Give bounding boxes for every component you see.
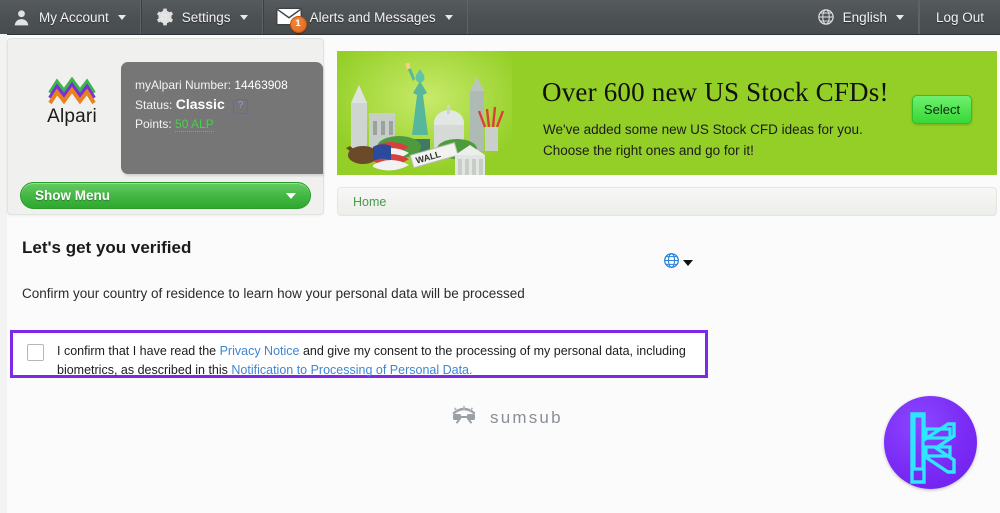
account-points-value[interactable]: 50 ALP: [175, 117, 214, 132]
page-title: Let's get you verified: [22, 238, 192, 257]
select-button[interactable]: Select: [912, 95, 972, 124]
content-language-selector[interactable]: [663, 252, 693, 274]
chevron-down-icon: [117, 14, 126, 20]
banner-subtitle: We've added some new US Stock CFD ideas …: [543, 119, 863, 161]
alerts-count-badge: 1: [289, 16, 307, 33]
banner-subtitle-line1: We've added some new US Stock CFD ideas …: [543, 122, 863, 137]
account-status-label: Status:: [135, 98, 173, 112]
breadcrumb: Home: [337, 187, 997, 216]
account-status-row: Status: Classic ?: [135, 95, 323, 115]
chevron-down-icon: [444, 14, 453, 20]
gear-icon: [154, 7, 174, 27]
top-navigation-bar: My Account Settings 1 Alerts and Message…: [0, 0, 1000, 35]
page-subtitle: Confirm your country of residence to lea…: [22, 286, 525, 301]
logout-label: Log Out: [935, 9, 984, 25]
page-root: My Account Settings 1 Alerts and Message…: [0, 0, 1000, 513]
menu-settings[interactable]: Settings: [140, 0, 263, 34]
sumsub-footer-logo: sumsub: [449, 404, 563, 431]
us-landmarks-collage: WALL: [337, 51, 512, 175]
menu-alerts-and-messages[interactable]: 1 Alerts and Messages: [262, 0, 468, 34]
show-menu-button[interactable]: Show Menu: [20, 182, 311, 209]
logout-button[interactable]: Log Out: [918, 0, 1000, 34]
sumsub-mark-icon: [449, 404, 479, 431]
floating-monogram-badge[interactable]: [884, 396, 977, 489]
mail-icon: 1: [275, 7, 307, 33]
account-points-label: Points:: [135, 117, 172, 131]
account-number-label: myAlpari Number:: [135, 78, 232, 92]
consent-box: I confirm that I have read the Privacy N…: [10, 330, 708, 378]
account-info-box: myAlpari Number: 14463908 Status: Classi…: [121, 62, 323, 174]
chevron-down-icon: [239, 14, 248, 20]
consent-checkbox[interactable]: [27, 344, 44, 361]
user-icon: [12, 8, 31, 27]
select-button-label: Select: [923, 102, 961, 117]
account-points-row: Points: 50 ALP: [135, 115, 323, 134]
chevron-down-icon: [286, 192, 296, 199]
banner-title: Over 600 new US Stock CFDs!: [542, 77, 889, 107]
menu-alerts-label: Alerts and Messages: [309, 9, 436, 25]
globe-icon: [663, 252, 680, 274]
notification-processing-link[interactable]: Notification to Processing of Personal D…: [231, 363, 472, 377]
menu-my-account-label: My Account: [39, 9, 109, 25]
language-label: English: [842, 9, 887, 25]
alpari-wordmark: Alpari: [47, 106, 97, 127]
show-menu-label: Show Menu: [35, 188, 110, 203]
monogram-c-icon: [910, 412, 956, 484]
language-selector[interactable]: English: [805, 0, 919, 34]
breadcrumb-item-home[interactable]: Home: [353, 195, 386, 209]
promo-banner[interactable]: WALL Over 600 new US Stock CFDs! We've a…: [337, 51, 997, 175]
account-number-value: 14463908: [234, 78, 288, 92]
menu-my-account[interactable]: My Account: [0, 0, 141, 34]
chevron-down-icon: [895, 14, 904, 20]
banner-subtitle-line2: Choose the right ones and go for it!: [543, 143, 754, 158]
question-mark-icon[interactable]: ?: [233, 99, 249, 114]
alpari-logo-icon: [46, 76, 98, 105]
left-edge-strip: [0, 34, 7, 513]
top-bar-right: English Log Out: [805, 0, 1000, 34]
account-status-value: Classic: [175, 96, 225, 112]
alpari-brand[interactable]: Alpari: [36, 76, 108, 128]
privacy-notice-link[interactable]: Privacy Notice: [220, 344, 300, 358]
account-number-row: myAlpari Number: 14463908: [135, 76, 323, 95]
account-summary-card: Alpari myAlpari Number: 14463908 Status:…: [7, 38, 324, 215]
menu-settings-label: Settings: [181, 9, 231, 25]
globe-icon: [817, 8, 835, 26]
consent-text-part1: I confirm that I have read the: [57, 344, 220, 358]
sumsub-wordmark: sumsub: [490, 407, 563, 427]
consent-text: I confirm that I have read the Privacy N…: [57, 342, 695, 380]
chevron-down-icon: [683, 260, 693, 266]
